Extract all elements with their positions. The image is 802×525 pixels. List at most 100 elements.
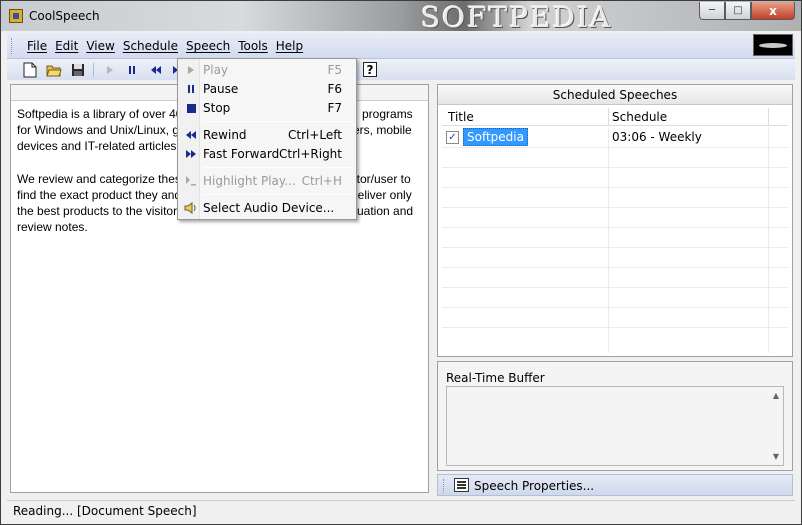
grid-line	[442, 247, 788, 248]
menu-item-shortcut: Ctrl+Left	[288, 128, 342, 142]
toolbar-separator	[93, 63, 94, 77]
menu-item-shortcut: Ctrl+Right	[278, 147, 342, 161]
speech-properties-bar: Speech Properties...	[437, 474, 793, 496]
open-folder-icon[interactable]	[45, 61, 63, 79]
menu-speech[interactable]: Speech	[186, 39, 230, 53]
menu-item-fast-forward[interactable]: Fast Forward Ctrl+Right	[180, 145, 354, 163]
toolbar: ?	[7, 60, 795, 80]
menu-view[interactable]: View	[86, 39, 114, 53]
play-icon	[184, 63, 198, 77]
menu-help[interactable]: Help	[276, 39, 303, 53]
menu-tools[interactable]: Tools	[238, 39, 268, 53]
play-icon[interactable]	[101, 61, 119, 79]
menu-file[interactable]: File	[27, 39, 47, 53]
stop-icon	[184, 101, 198, 115]
scroll-up-icon[interactable]: ▲	[773, 391, 779, 400]
menu-separator	[204, 167, 352, 168]
help-icon[interactable]: ?	[363, 62, 377, 77]
menu-items: File Edit View Schedule Speech Tools Hel…	[27, 39, 311, 53]
menu-item-shortcut: Ctrl+H	[301, 174, 342, 188]
properties-icon	[454, 478, 469, 492]
menu-item-label: Stop	[203, 101, 231, 115]
maximize-button[interactable]: □	[725, 2, 751, 20]
doc-line-4b: itor/user to	[354, 171, 411, 186]
grid-line	[442, 167, 788, 168]
fast-forward-icon	[184, 147, 198, 161]
menu-item-pause[interactable]: Pause F6	[180, 80, 354, 98]
scheduled-speeches-header: Scheduled Speeches	[438, 85, 792, 105]
menu-item-label: Play	[203, 63, 229, 77]
grid-line	[442, 187, 788, 188]
grid-line	[442, 307, 788, 308]
window-title: CoolSpeech	[29, 9, 100, 23]
save-icon[interactable]	[69, 61, 87, 79]
schedule-row-title-cell: ✓ Softpedia	[446, 128, 528, 146]
menu-item-shortcut: F7	[327, 101, 342, 115]
scheduled-speeches-pane: Scheduled Speeches Title Schedule ✓ Soft…	[437, 84, 793, 357]
speech-properties-label: Speech Properties...	[474, 479, 595, 493]
realtime-buffer-label: Real-Time Buffer	[446, 371, 545, 385]
main-window: CoolSpeech SOFTPEDIA ─ □ x File Edit Vie…	[0, 0, 802, 525]
app-icon	[9, 9, 23, 23]
doc-line-7a: review notes.	[17, 220, 88, 235]
status-bar: Reading... [Document Speech]	[7, 500, 795, 520]
schedule-grid-header: Title Schedule	[442, 108, 788, 126]
close-button[interactable]: x	[751, 2, 795, 20]
menu-item-label: Fast Forward	[203, 147, 280, 161]
doc-line-6a: the best products to the visitor	[17, 204, 178, 219]
grid-line	[442, 207, 788, 208]
grid-line	[608, 127, 609, 353]
new-document-icon[interactable]	[21, 61, 39, 79]
title-bar[interactable]: CoolSpeech SOFTPEDIA ─ □ x	[1, 1, 801, 34]
doc-line-3a: devices and IT-related articles.	[17, 139, 180, 154]
column-divider[interactable]	[768, 108, 769, 126]
doc-line-5a: find the exact product they and	[17, 187, 182, 202]
column-divider[interactable]	[608, 108, 609, 126]
grid-line	[442, 327, 788, 328]
schedule-grid: ✓ Softpedia 03:06 - Weekly	[442, 127, 788, 353]
speaker-icon	[184, 201, 198, 215]
pause-icon[interactable]	[123, 61, 141, 79]
highlight-play-icon	[184, 174, 198, 188]
speech-menu-dropdown: Play F5 Pause F6 Stop F7 Rewind Ctrl+Lef…	[177, 58, 357, 220]
menu-item-label: Pause	[203, 82, 239, 96]
menu-edit[interactable]: Edit	[55, 39, 78, 53]
grid-line	[442, 147, 788, 148]
column-schedule[interactable]: Schedule	[612, 110, 667, 124]
menu-item-label: Highlight Play...	[203, 174, 296, 188]
menu-separator	[204, 121, 352, 122]
grid-line	[768, 127, 769, 353]
menu-bar: File Edit View Schedule Speech Tools Hel…	[7, 33, 795, 59]
menu-separator	[204, 194, 352, 195]
schedule-enabled-checkbox[interactable]: ✓	[446, 130, 459, 144]
rewind-icon	[184, 128, 198, 142]
menu-item-stop[interactable]: Stop F7	[180, 99, 354, 117]
scroll-down-icon[interactable]: ▼	[773, 452, 779, 461]
watermark-text: SOFTPEDIA	[421, 1, 613, 34]
pause-icon	[184, 82, 198, 96]
menubar-grip[interactable]	[11, 38, 14, 54]
minimize-button[interactable]: ─	[699, 2, 725, 20]
doc-line-2a: for Windows and Unix/Linux, g	[17, 123, 180, 138]
menu-item-rewind[interactable]: Rewind Ctrl+Left	[180, 126, 354, 144]
app-logo	[753, 34, 793, 56]
grid-line	[442, 287, 788, 288]
menu-item-label: Rewind	[203, 128, 247, 142]
column-title[interactable]: Title	[448, 110, 474, 124]
menu-item-shortcut: F5	[327, 63, 342, 77]
grid-line	[442, 227, 788, 228]
doc-line-6b: uation and	[357, 204, 414, 219]
table-row[interactable]: ✓ Softpedia 03:06 - Weekly	[442, 127, 768, 147]
properties-grip[interactable]	[443, 479, 445, 493]
doc-line-5b: deliver only	[351, 187, 412, 202]
schedule-value: 03:06 - Weekly	[612, 130, 702, 144]
schedule-title[interactable]: Softpedia	[463, 128, 528, 146]
grid-line	[442, 267, 788, 268]
doc-line-1a: Softpedia is a library of over 40	[17, 107, 183, 121]
menu-item-highlight-play[interactable]: Highlight Play... Ctrl+H	[180, 172, 354, 190]
menu-item-select-audio-device[interactable]: Select Audio Device...	[180, 199, 354, 217]
menu-item-play[interactable]: Play F5	[180, 61, 354, 79]
menu-schedule[interactable]: Schedule	[123, 39, 178, 53]
realtime-buffer-textbox[interactable]: ▲ ▼	[446, 386, 784, 466]
rewind-icon[interactable]	[147, 61, 165, 79]
